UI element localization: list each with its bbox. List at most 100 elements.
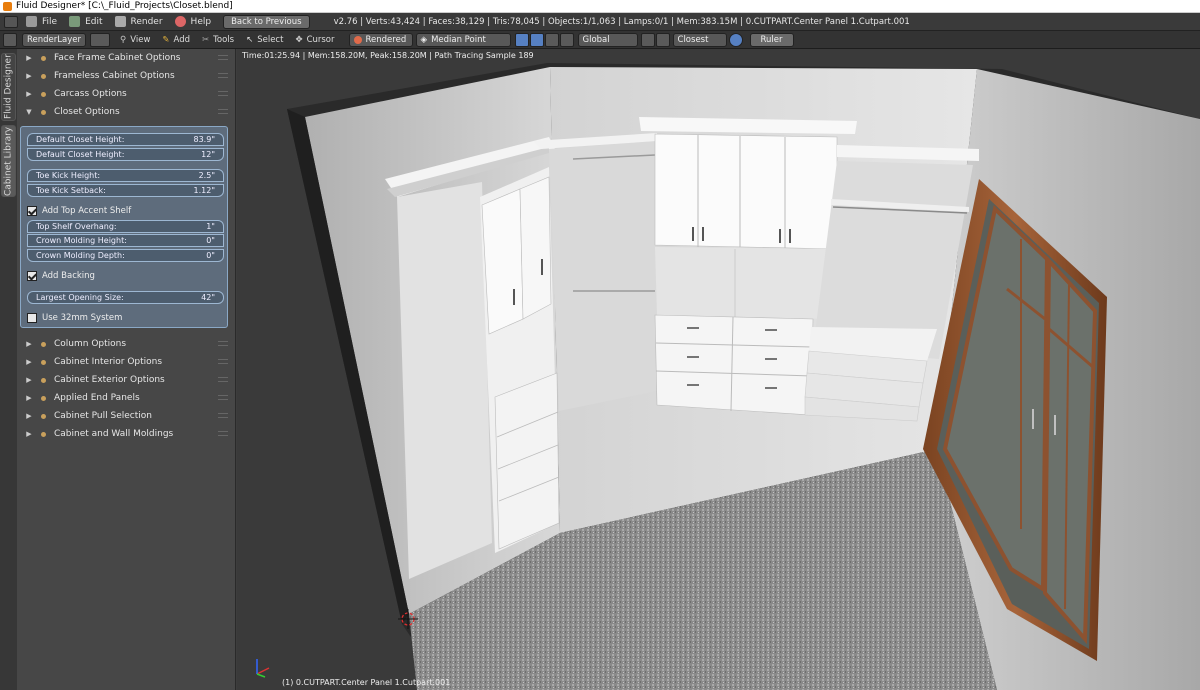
manipulator-group	[514, 32, 575, 47]
viewport-shading-icon[interactable]	[90, 32, 110, 47]
menu-render[interactable]: Render	[114, 13, 163, 31]
checkbox-checked-icon	[27, 271, 37, 281]
bullet-icon	[41, 109, 46, 115]
snap-element-icon[interactable]	[655, 32, 670, 47]
expand-arrow-icon: ▶	[26, 340, 32, 348]
app-icon	[3, 2, 12, 11]
select-menu[interactable]: ↖ Select	[246, 33, 283, 47]
viewport-header: RenderLayer ⚲ View ✎ Add ✂ Tools ↖ Select ✥ C…	[0, 31, 1200, 49]
back-to-previous-button[interactable]: Back to Previous	[223, 14, 310, 29]
section-wall-moldings[interactable]: ▶ Cabinet and Wall Moldings	[17, 425, 236, 443]
bullet-icon	[41, 377, 46, 383]
toe-kick-setback-field[interactable]: Toe Kick Setback: 1.12"	[27, 184, 224, 197]
expand-arrow-icon: ▶	[26, 72, 32, 80]
rotate-icon[interactable]	[544, 32, 559, 47]
menu-edit[interactable]: Edit	[69, 13, 103, 31]
crosshair-icon: ✥	[295, 34, 303, 45]
bullet-icon	[41, 73, 46, 79]
checkbox-unchecked-icon	[27, 313, 37, 323]
render-sphere-icon	[353, 35, 362, 44]
drag-grip-icon[interactable]	[218, 395, 228, 400]
section-closet-options[interactable]: ▼ Closet Options	[17, 103, 236, 121]
drag-grip-icon[interactable]	[218, 413, 228, 418]
wrench-icon: ⚲	[120, 34, 127, 45]
drag-grip-icon[interactable]	[218, 377, 228, 382]
crown-molding-depth-field[interactable]: Crown Molding Depth: 0"	[27, 249, 224, 262]
cursor-arrow-icon: ↖	[246, 34, 254, 45]
use-32mm-system-checkbox[interactable]: Use 32mm System	[27, 313, 122, 323]
section-frameless[interactable]: ▶ Frameless Cabinet Options	[17, 67, 236, 85]
pencil-icon: ✎	[162, 34, 170, 45]
render-status-text: Time:01:25.94 | Mem:158.20M, Peak:158.20…	[242, 51, 534, 60]
tab-fluid-designer[interactable]: Fluid Designer	[1, 53, 16, 121]
scene-stats: v2.76 | Verts:43,424 | Faces:38,129 | Tr…	[333, 16, 910, 27]
bullet-icon	[41, 395, 46, 401]
edit-icon	[69, 16, 81, 27]
expand-arrow-icon: ▶	[26, 412, 32, 420]
expand-arrow-icon: ▶	[26, 430, 32, 438]
drag-grip-icon[interactable]	[218, 55, 228, 60]
toe-kick-height-field[interactable]: Toe Kick Height: 2.5"	[27, 169, 224, 182]
tool-shelf-tabs: Fluid Designer Cabinet Library	[0, 49, 17, 690]
bullet-icon	[41, 55, 46, 61]
bullet-icon	[41, 341, 46, 347]
add-top-accent-shelf-checkbox[interactable]: Add Top Accent Shelf	[27, 206, 131, 216]
tools-menu[interactable]: ✂ Tools	[202, 33, 234, 47]
file-icon	[26, 16, 37, 27]
closet-render	[256, 63, 1200, 690]
drag-grip-icon[interactable]	[218, 431, 228, 436]
ruler-button[interactable]: Ruler	[749, 32, 794, 47]
editor-type-icon[interactable]	[4, 15, 18, 28]
editor-menu-icon[interactable]	[3, 32, 17, 47]
default-closet-height-field[interactable]: Default Closet Height: 83.9"	[27, 133, 224, 146]
drag-grip-icon[interactable]	[218, 359, 228, 364]
pivot-dropdown[interactable]: ◈ Median Point	[415, 32, 511, 47]
tab-cabinet-library[interactable]: Cabinet Library	[1, 125, 16, 197]
render-layer-dropdown[interactable]: RenderLayer	[22, 32, 86, 47]
expand-arrow-icon: ▶	[26, 376, 32, 384]
drag-grip-icon[interactable]	[218, 73, 228, 78]
camera-icon	[114, 16, 126, 27]
section-face-frame[interactable]: ▶ Face Frame Cabinet Options	[17, 49, 236, 67]
section-cabinet-interior[interactable]: ▶ Cabinet Interior Options	[17, 353, 236, 371]
top-shelf-overhang-field[interactable]: Top Shelf Overhang: 1"	[27, 220, 224, 233]
menu-bar: File Edit Render Help Back to Previous v…	[0, 13, 1200, 31]
section-applied-end-panels[interactable]: ▶ Applied End Panels	[17, 389, 236, 407]
largest-opening-size-field[interactable]: Largest Opening Size: 42"	[27, 291, 224, 304]
expand-arrow-icon: ▶	[26, 54, 32, 62]
snap-target-dropdown[interactable]: Closest	[672, 32, 727, 47]
drag-grip-icon[interactable]	[218, 341, 228, 346]
collapse-arrow-icon: ▼	[26, 108, 32, 116]
proportional-edit-icon[interactable]	[728, 32, 743, 47]
shading-dropdown[interactable]: Rendered	[348, 32, 413, 47]
menu-file[interactable]: File	[26, 13, 57, 31]
default-closet-depth-field[interactable]: Default Closet Height: 12"	[27, 148, 224, 161]
orientation-dropdown[interactable]: Global	[577, 32, 638, 47]
tools-icon: ✂	[202, 34, 210, 45]
active-object-label: (1) 0.CUTPART.Center Panel 1.Cutpart.001	[282, 678, 451, 687]
section-column[interactable]: ▶ Column Options	[17, 335, 236, 353]
cursor-menu[interactable]: ✥ Cursor	[295, 33, 334, 47]
expand-arrow-icon: ▶	[26, 358, 32, 366]
window-title: Fluid Designer* [C:\_Fluid_Projects\Clos…	[16, 1, 233, 11]
drag-grip-icon[interactable]	[218, 91, 228, 96]
section-cabinet-exterior[interactable]: ▶ Cabinet Exterior Options	[17, 371, 236, 389]
menu-help[interactable]: Help	[174, 13, 211, 31]
translate-icon[interactable]	[529, 32, 544, 47]
bullet-icon	[41, 91, 46, 97]
view-menu[interactable]: ⚲ View	[120, 33, 150, 47]
bullet-icon	[41, 431, 46, 437]
add-backing-checkbox[interactable]: Add Backing	[27, 271, 95, 281]
expand-arrow-icon: ▶	[26, 394, 32, 402]
manipulator-toggle-icon[interactable]	[514, 32, 529, 47]
snap-toggle-icon[interactable]	[640, 32, 655, 47]
crown-molding-height-field[interactable]: Crown Molding Height: 0"	[27, 234, 224, 247]
window-titlebar: Fluid Designer* [C:\_Fluid_Projects\Clos…	[0, 0, 1200, 13]
section-carcass[interactable]: ▶ Carcass Options	[17, 85, 236, 103]
drag-grip-icon[interactable]	[218, 109, 228, 114]
3d-viewport[interactable]: Time:01:25.94 | Mem:158.20M, Peak:158.20…	[237, 49, 1200, 690]
section-cabinet-pull[interactable]: ▶ Cabinet Pull Selection	[17, 407, 236, 425]
checkbox-checked-icon	[27, 206, 37, 216]
add-menu[interactable]: ✎ Add	[162, 33, 190, 47]
scale-icon[interactable]	[559, 32, 574, 47]
